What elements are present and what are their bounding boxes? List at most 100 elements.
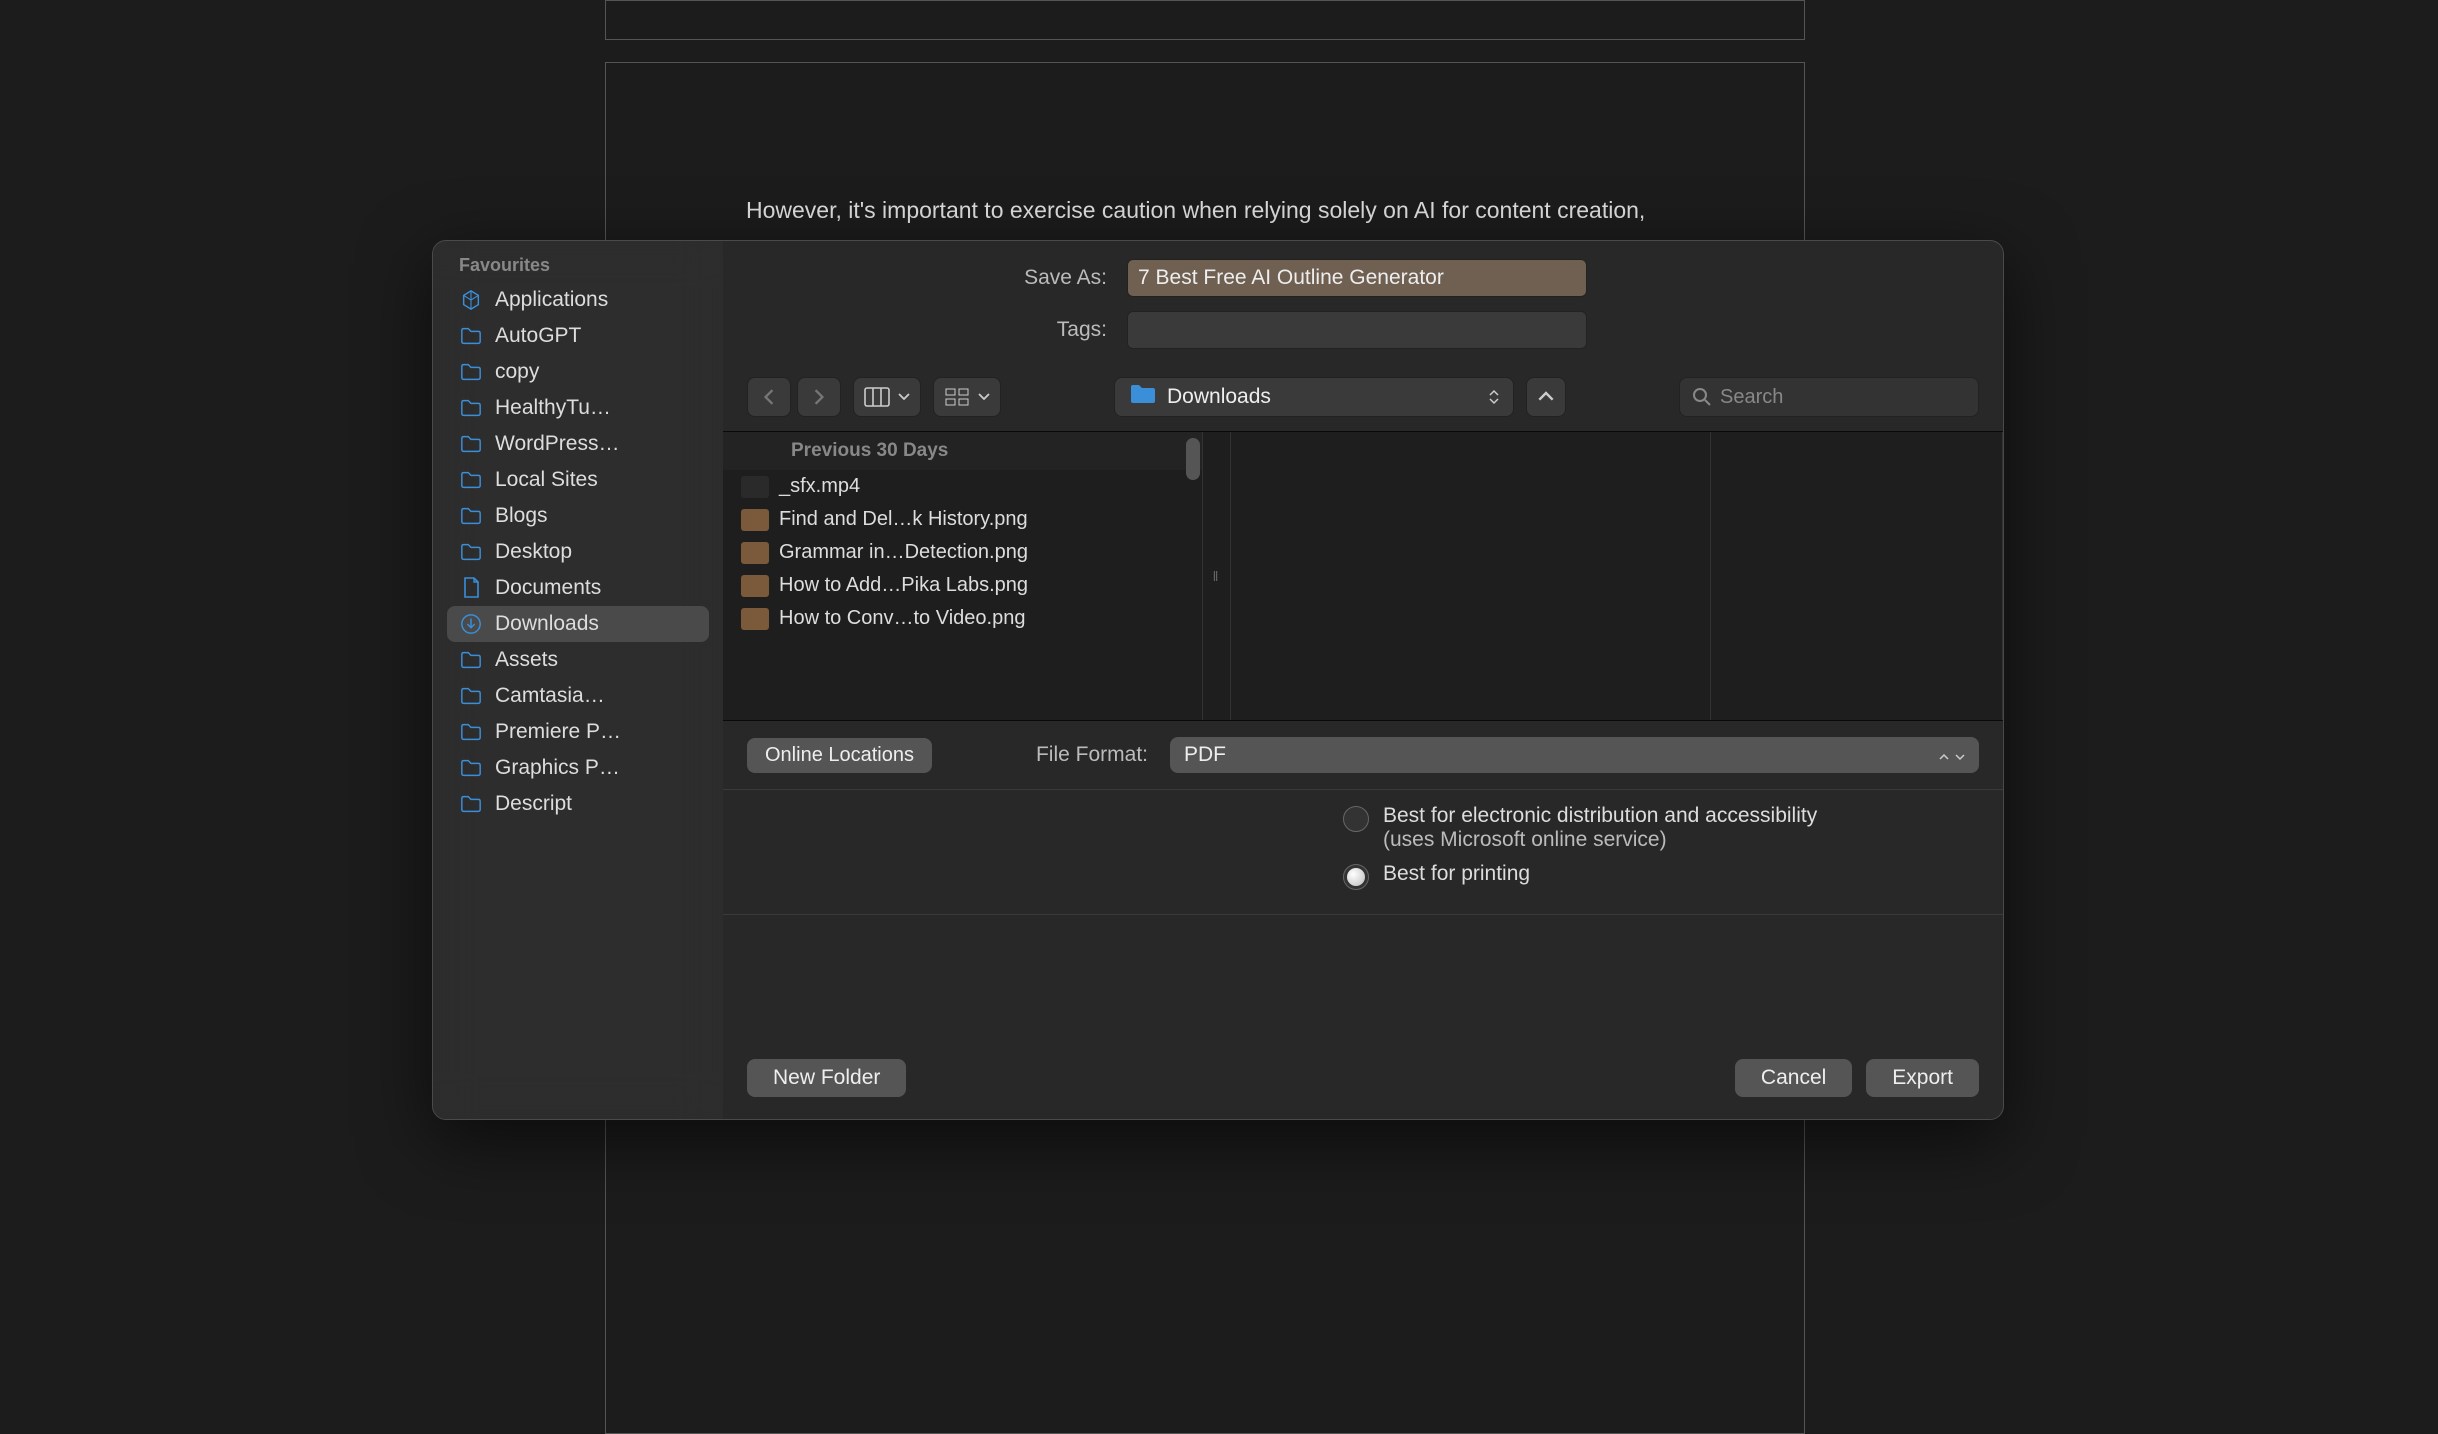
sidebar-item-descript[interactable]: Descript xyxy=(447,786,709,822)
folder-icon xyxy=(459,468,483,492)
image-file-icon xyxy=(741,575,769,597)
folder-icon xyxy=(459,504,483,528)
browser-column-3[interactable] xyxy=(1711,432,2003,720)
search-icon xyxy=(1692,387,1712,407)
folder-icon xyxy=(459,756,483,780)
sidebar-item-label: Descript xyxy=(495,792,572,816)
sidebar-item-documents[interactable]: Documents xyxy=(447,570,709,606)
folder-icon xyxy=(459,648,483,672)
video-file-icon xyxy=(741,476,769,498)
cancel-button[interactable]: Cancel xyxy=(1735,1059,1852,1097)
folder-icon xyxy=(459,432,483,456)
sidebar-item-label: Graphics P… xyxy=(495,756,620,780)
save-as-label: Save As: xyxy=(747,266,1107,290)
sidebar-item-desktop[interactable]: Desktop xyxy=(447,534,709,570)
sidebar-item-label: HealthyTu… xyxy=(495,396,611,420)
sidebar-item-label: Downloads xyxy=(495,612,599,636)
sidebar-item-label: Documents xyxy=(495,576,601,600)
folder-icon xyxy=(459,396,483,420)
search-field[interactable]: Search xyxy=(1679,377,1979,417)
file-name: Find and Del…k History.png xyxy=(779,508,1028,531)
sidebar: Favourites Applications AutoGPT copy Health… xyxy=(433,241,723,1119)
chevron-down-icon xyxy=(898,392,910,402)
folder-icon xyxy=(459,360,483,384)
search-placeholder: Search xyxy=(1720,386,1783,409)
nav-back-button[interactable] xyxy=(747,377,791,417)
folder-icon xyxy=(459,720,483,744)
folder-icon xyxy=(1129,383,1157,411)
sidebar-item-label: Desktop xyxy=(495,540,572,564)
sidebar-item-label: AutoGPT xyxy=(495,324,581,348)
location-label: Downloads xyxy=(1167,385,1271,409)
sidebar-item-assets[interactable]: Assets xyxy=(447,642,709,678)
apps-icon xyxy=(459,288,483,312)
file-row[interactable]: How to Add…Pika Labs.png xyxy=(723,569,1202,602)
file-name: How to Conv…to Video.png xyxy=(779,607,1025,630)
folder-icon xyxy=(459,684,483,708)
file-format-label: File Format: xyxy=(1036,743,1148,767)
sidebar-item-healthytu-[interactable]: HealthyTu… xyxy=(447,390,709,426)
file-format-value: PDF xyxy=(1184,743,1226,767)
online-locations-button[interactable]: Online Locations xyxy=(747,738,932,773)
group-by-button[interactable] xyxy=(933,377,1001,417)
sidebar-item-label: Local Sites xyxy=(495,468,598,492)
nav-forward-button[interactable] xyxy=(797,377,841,417)
file-row[interactable]: Grammar in…Detection.png xyxy=(723,536,1202,569)
sidebar-item-applications[interactable]: Applications xyxy=(447,282,709,318)
folder-icon xyxy=(459,792,483,816)
location-popup[interactable]: Downloads xyxy=(1114,377,1514,417)
export-button[interactable]: Export xyxy=(1866,1059,1979,1097)
collapse-button[interactable] xyxy=(1526,377,1566,417)
radio-label: Best for printing xyxy=(1383,862,1530,886)
sidebar-item-camtasia-[interactable]: Camtasia… xyxy=(447,678,709,714)
sidebar-item-label: Premiere P… xyxy=(495,720,621,744)
scrollbar-thumb[interactable] xyxy=(1186,438,1200,480)
save-as-input[interactable] xyxy=(1127,259,1587,297)
file-row[interactable]: _sfx.mp4 xyxy=(723,470,1202,503)
image-file-icon xyxy=(741,509,769,531)
file-name: _sfx.mp4 xyxy=(779,475,860,498)
view-columns-button[interactable] xyxy=(853,377,921,417)
file-row[interactable]: How to Conv…to Video.png xyxy=(723,602,1202,635)
folder-icon xyxy=(459,324,483,348)
radio-button[interactable] xyxy=(1343,806,1369,832)
file-row[interactable]: Find and Del…k History.png xyxy=(723,503,1202,536)
tags-label: Tags: xyxy=(747,318,1107,342)
column-splitter[interactable]: ‖ xyxy=(1203,432,1231,720)
stepper-icon xyxy=(1489,389,1499,405)
image-file-icon xyxy=(741,608,769,630)
sidebar-item-graphics-p-[interactable]: Graphics P… xyxy=(447,750,709,786)
radio-label: Best for electronic distribution and acc… xyxy=(1383,804,1817,828)
save-dialog: Favourites Applications AutoGPT copy Health… xyxy=(432,240,2004,1120)
sidebar-item-copy[interactable]: copy xyxy=(447,354,709,390)
stepper-icon xyxy=(1939,743,1965,767)
sidebar-item-blogs[interactable]: Blogs xyxy=(447,498,709,534)
sidebar-item-wordpress-[interactable]: WordPress… xyxy=(447,426,709,462)
radio-electronic-distribution[interactable]: Best for electronic distribution and acc… xyxy=(1343,804,1979,852)
group-header: Previous 30 Days xyxy=(723,432,1202,470)
sidebar-item-label: Blogs xyxy=(495,504,548,528)
sidebar-item-downloads[interactable]: Downloads xyxy=(447,606,709,642)
new-folder-button[interactable]: New Folder xyxy=(747,1059,906,1097)
file-name: How to Add…Pika Labs.png xyxy=(779,574,1028,597)
file-name: Grammar in…Detection.png xyxy=(779,541,1028,564)
sidebar-item-label: WordPress… xyxy=(495,432,619,456)
sidebar-item-premiere-p-[interactable]: Premiere P… xyxy=(447,714,709,750)
file-browser: Previous 30 Days _sfx.mp4 Find and Del…k … xyxy=(723,431,2003,721)
radio-button[interactable] xyxy=(1343,864,1369,890)
browser-column-2[interactable] xyxy=(1231,432,1711,720)
file-format-select[interactable]: PDF xyxy=(1170,737,1979,773)
sidebar-item-autogpt[interactable]: AutoGPT xyxy=(447,318,709,354)
sidebar-heading: Favourites xyxy=(447,251,709,282)
doc-icon xyxy=(459,576,483,600)
sidebar-item-label: Camtasia… xyxy=(495,684,605,708)
radio-best-for-printing[interactable]: Best for printing xyxy=(1343,862,1979,890)
download-icon xyxy=(459,612,483,636)
sidebar-item-label: copy xyxy=(495,360,539,384)
browser-column-1[interactable]: Previous 30 Days _sfx.mp4 Find and Del…k … xyxy=(723,432,1203,720)
sidebar-item-local-sites[interactable]: Local Sites xyxy=(447,462,709,498)
tags-input[interactable] xyxy=(1127,311,1587,349)
image-file-icon xyxy=(741,542,769,564)
chevron-down-icon xyxy=(978,392,990,402)
sidebar-item-label: Applications xyxy=(495,288,608,312)
